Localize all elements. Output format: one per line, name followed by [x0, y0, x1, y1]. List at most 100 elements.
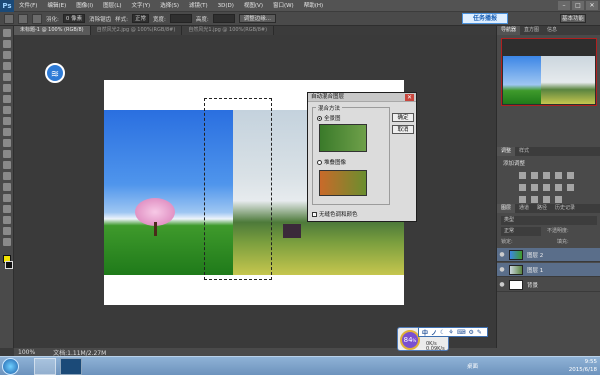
task-broadcast-badge[interactable]: 任务播报: [462, 13, 508, 24]
posterize-icon[interactable]: [531, 196, 538, 203]
blend-mode-select[interactable]: 正常: [501, 227, 541, 236]
maximize-button[interactable]: □: [572, 1, 584, 10]
layer-filter[interactable]: 类型: [501, 216, 597, 225]
height-input[interactable]: [212, 14, 235, 23]
panorama-option[interactable]: 全景图: [317, 114, 341, 122]
levels-icon[interactable]: [531, 172, 538, 179]
menu-layer[interactable]: 图层(L): [98, 0, 126, 12]
menu-view[interactable]: 视图(V): [239, 0, 268, 12]
stack-radio[interactable]: [317, 160, 322, 165]
menu-help[interactable]: 帮助(H): [299, 0, 328, 12]
seamless-checkbox[interactable]: ✓: [312, 212, 317, 218]
minimize-button[interactable]: –: [558, 1, 570, 10]
dodge-tool-icon[interactable]: [2, 172, 11, 180]
ime-keyboard-icon[interactable]: ⌨: [457, 329, 466, 336]
ok-button[interactable]: 确定: [392, 113, 414, 122]
blur-tool-icon[interactable]: [2, 161, 11, 169]
ime-pen-icon[interactable]: ✎: [477, 329, 482, 336]
vibrance-icon[interactable]: [567, 172, 574, 179]
tab-histogram[interactable]: 直方图: [520, 26, 543, 35]
close-button[interactable]: ✕: [586, 1, 598, 10]
invert-icon[interactable]: [519, 196, 526, 203]
menu-edit[interactable]: 编辑(E): [42, 0, 71, 12]
ime-settings-icon[interactable]: ⚙: [468, 329, 473, 336]
start-button[interactable]: [2, 358, 19, 375]
crop-tool-icon[interactable]: [2, 73, 11, 81]
tray-desktop-label[interactable]: 桌面: [467, 362, 478, 370]
menu-image[interactable]: 图像(I): [71, 0, 98, 12]
tab-scenery-2[interactable]: 自然风光2.jpg @ 100%(RGB/8#): [90, 26, 183, 35]
marquee-tool-icon[interactable]: [2, 40, 11, 48]
menu-window[interactable]: 窗口(W): [268, 0, 299, 12]
black-white-icon[interactable]: [543, 184, 550, 191]
layer-row[interactable]: ● 图层 2: [497, 248, 600, 262]
marquee-tool-icon[interactable]: [4, 13, 14, 24]
gradient-map-icon[interactable]: [555, 196, 562, 203]
taskbar-photoshop-icon[interactable]: [60, 358, 82, 375]
feather-input[interactable]: 0 像素: [62, 14, 86, 23]
tab-navigator[interactable]: 导航器: [497, 26, 521, 35]
shape-tool-icon[interactable]: [2, 216, 11, 224]
tab-untitled[interactable]: 未标题-1 @ 100% (RGB/8): [14, 26, 91, 35]
layer-row[interactable]: ● 背景: [497, 278, 600, 292]
type-tool-icon[interactable]: [2, 194, 11, 202]
add-selection-icon[interactable]: [32, 13, 42, 24]
panorama-radio[interactable]: [317, 116, 322, 121]
healing-tool-icon[interactable]: [2, 95, 11, 103]
eyedropper-tool-icon[interactable]: [2, 84, 11, 92]
zoom-tool-icon[interactable]: [2, 238, 11, 246]
visibility-eye-icon[interactable]: ●: [497, 266, 507, 273]
menu-3d[interactable]: 3D(D): [213, 0, 239, 12]
visibility-eye-icon[interactable]: ●: [497, 251, 507, 258]
ime-punct-icon[interactable]: ノ: [431, 328, 437, 337]
tab-paths[interactable]: 路径: [533, 204, 551, 213]
workspace-button[interactable]: 基本功能: [560, 14, 586, 23]
tab-layers[interactable]: 图层: [497, 204, 516, 213]
seamless-tones-option[interactable]: ✓ 无缝色调和颜色: [312, 210, 358, 218]
cancel-button[interactable]: 取消: [392, 125, 414, 134]
brightness-icon[interactable]: [519, 172, 526, 179]
tab-channels[interactable]: 通道: [515, 204, 533, 213]
visibility-eye-icon[interactable]: ●: [497, 281, 507, 288]
menu-filter[interactable]: 滤镜(T): [184, 0, 213, 12]
gradient-tool-icon[interactable]: [2, 150, 11, 158]
ime-moon-icon[interactable]: ☾: [440, 329, 445, 336]
tab-history[interactable]: 历史记录: [551, 204, 579, 213]
tab-info[interactable]: 信息: [543, 26, 561, 35]
dialog-close-button[interactable]: ✕: [405, 94, 414, 101]
selection-marquee[interactable]: [204, 98, 272, 280]
new-selection-icon[interactable]: [18, 13, 28, 24]
background-color-swatch[interactable]: [5, 261, 13, 269]
hand-tool-icon[interactable]: [2, 227, 11, 235]
brush-tool-icon[interactable]: [2, 106, 11, 114]
wifi-icon[interactable]: ≋: [45, 63, 65, 83]
lasso-tool-icon[interactable]: [2, 51, 11, 59]
stamp-tool-icon[interactable]: [2, 117, 11, 125]
menu-select[interactable]: 选择(S): [155, 0, 184, 12]
stack-option[interactable]: 堆叠图像: [317, 158, 346, 166]
menu-type[interactable]: 文字(Y): [127, 0, 156, 12]
curves-icon[interactable]: [543, 172, 550, 179]
eraser-tool-icon[interactable]: [2, 139, 11, 147]
antialias-checkbox[interactable]: 消除锯齿: [89, 15, 111, 23]
tab-styles[interactable]: 样式: [515, 147, 533, 156]
quick-select-tool-icon[interactable]: [2, 62, 11, 70]
exposure-icon[interactable]: [555, 172, 562, 179]
tab-adjustments[interactable]: 调整: [497, 147, 516, 156]
system-clock[interactable]: 9:55 2015/6/18: [569, 358, 597, 374]
menu-file[interactable]: 文件(F): [14, 0, 42, 12]
zoom-level[interactable]: 100%: [18, 349, 35, 356]
path-select-tool-icon[interactable]: [2, 205, 11, 213]
layer-row[interactable]: ● 图层 1: [497, 263, 600, 277]
taskbar-ie-icon[interactable]: [34, 358, 56, 375]
threshold-icon[interactable]: [543, 196, 550, 203]
channel-mixer-icon[interactable]: [567, 184, 574, 191]
photo-filter-icon[interactable]: [555, 184, 562, 191]
refine-edge-button[interactable]: 调整边缘...: [238, 14, 276, 23]
hue-saturation-icon[interactable]: [519, 184, 526, 191]
style-select[interactable]: 正常: [131, 14, 149, 23]
color-balance-icon[interactable]: [531, 184, 538, 191]
width-input[interactable]: [169, 14, 192, 23]
move-tool-icon[interactable]: [2, 29, 11, 37]
ime-chinese-toggle[interactable]: 中: [422, 328, 428, 337]
